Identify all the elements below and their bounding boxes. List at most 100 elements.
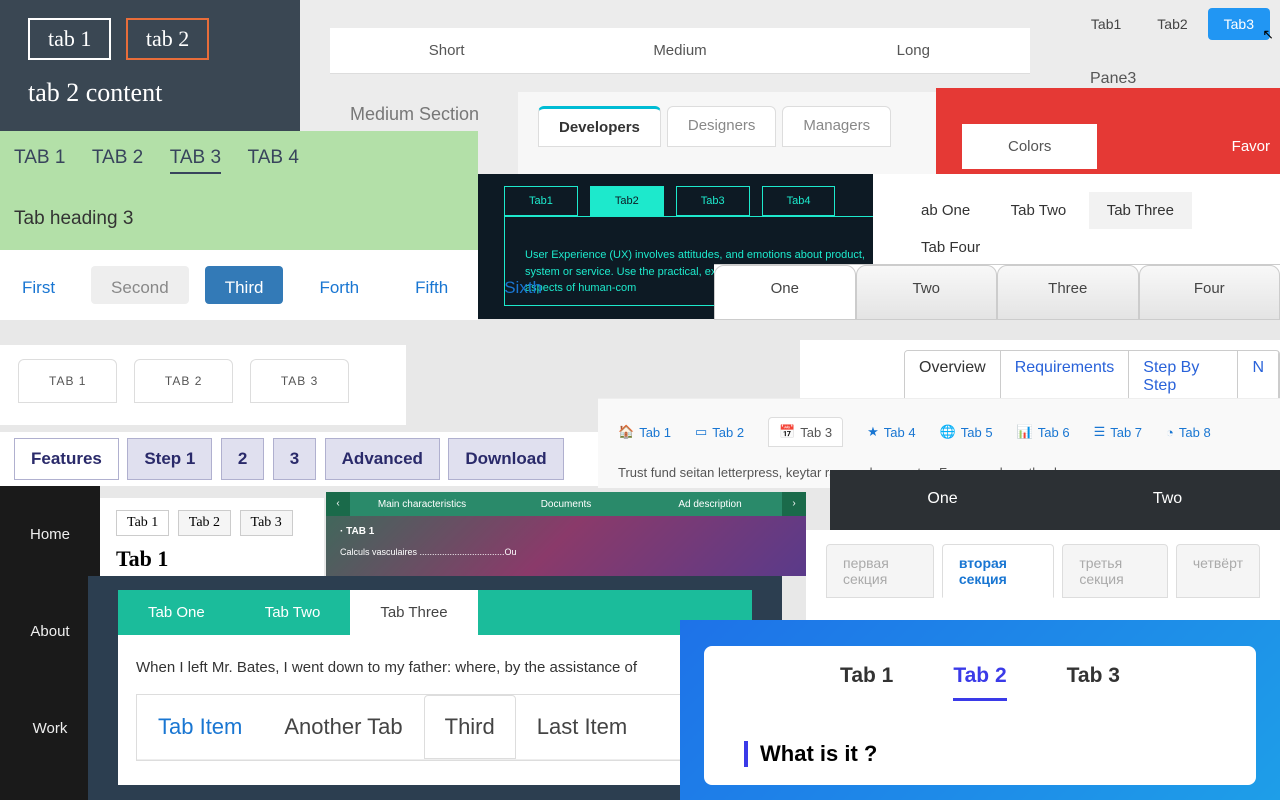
home-icon: 🏠 xyxy=(618,424,634,440)
tab-advanced[interactable]: Advanced xyxy=(325,438,440,480)
tab-5[interactable]: 🌐Tab 5 xyxy=(940,424,993,440)
tab-documents[interactable]: Documents xyxy=(494,499,638,510)
tab-ad[interactable]: Ad description xyxy=(638,499,782,510)
inner-tab-last[interactable]: Last Item xyxy=(516,695,648,759)
tab-section-3[interactable]: третья секция xyxy=(1062,544,1167,598)
tab-content: tab 2 content xyxy=(28,78,272,108)
tab-4[interactable]: TAB 4 xyxy=(248,147,299,169)
tab-favor[interactable]: Favor xyxy=(1232,124,1280,155)
tab-third[interactable]: Third xyxy=(205,266,284,304)
tab-step-2[interactable]: 2 xyxy=(221,438,264,480)
tab-1[interactable]: TAB 1 xyxy=(18,359,117,403)
tab-2[interactable]: ▭Tab 2 xyxy=(695,424,744,440)
nav-about[interactable]: About xyxy=(0,583,100,680)
tab-content: When I left Mr. Bates, I went down to my… xyxy=(136,659,734,676)
tab-1[interactable]: TAB 1 xyxy=(14,147,65,169)
tab-one[interactable]: ab One xyxy=(903,192,988,229)
tab-2[interactable]: Tab2 xyxy=(1141,8,1203,40)
tab-managers[interactable]: Managers xyxy=(782,106,891,147)
tab-short[interactable]: Short xyxy=(330,28,563,74)
next-arrow-icon[interactable]: › xyxy=(782,492,806,516)
tab-3[interactable]: TAB 3 xyxy=(250,359,349,403)
nav-work[interactable]: Work xyxy=(0,680,100,777)
tab-3[interactable]: Tab3 xyxy=(676,186,750,216)
tab-2[interactable]: Tab 2 xyxy=(953,664,1006,701)
tab-medium[interactable]: Medium xyxy=(563,28,796,74)
tab-1[interactable]: tab 1 xyxy=(28,18,111,60)
tab-three[interactable]: Three xyxy=(997,265,1139,320)
tab-3[interactable]: Tab 3 xyxy=(1067,664,1120,701)
tab-section-4[interactable]: четвёрт xyxy=(1176,544,1260,598)
tab-step-1[interactable]: Step 1 xyxy=(127,438,212,480)
tab-developers[interactable]: Developers xyxy=(538,106,661,147)
nav-home[interactable]: Home xyxy=(0,486,100,583)
inner-tab-item[interactable]: Tab Item xyxy=(137,695,263,759)
calendar-icon: 📅 xyxy=(779,424,795,440)
inner-tab-another[interactable]: Another Tab xyxy=(263,695,423,759)
tab-main[interactable]: Main characteristics xyxy=(350,499,494,510)
tab-4[interactable]: ★Tab 4 xyxy=(867,424,915,440)
blue-gradient-tabs: Tab 1 Tab 2 Tab 3 What is it ? xyxy=(680,620,1280,800)
circle-icon: ◔ xyxy=(1166,425,1174,440)
tab-two[interactable]: Two xyxy=(1055,470,1280,530)
tab-download[interactable]: Download xyxy=(448,438,563,480)
tab-one[interactable]: Tab One xyxy=(118,590,235,635)
tab-two[interactable]: Two xyxy=(856,265,998,320)
tab-1[interactable]: Tab1 xyxy=(504,186,578,216)
tab-2[interactable]: TAB 2 xyxy=(134,359,233,403)
tab-second[interactable]: Second xyxy=(91,266,189,304)
tab-two[interactable]: Tab Two xyxy=(235,590,351,635)
prev-arrow-icon[interactable]: ‹ xyxy=(326,492,350,516)
tab-one[interactable]: One xyxy=(714,265,856,320)
tab-requirements[interactable]: Requirements xyxy=(1001,351,1130,403)
tab-3[interactable]: 📅Tab 3 xyxy=(768,417,843,447)
tab-6[interactable]: 📊Tab 6 xyxy=(1017,424,1070,440)
tab-heading: Tab 1 xyxy=(116,546,308,572)
tab-section-1[interactable]: первая секция xyxy=(826,544,934,598)
tab-2[interactable]: Tab2 xyxy=(590,186,664,216)
subtab-label: · TAB 1 xyxy=(326,516,806,547)
tab-three[interactable]: Tab Three xyxy=(1089,192,1192,229)
tab-8[interactable]: ◔Tab 8 xyxy=(1166,425,1211,440)
tab-7[interactable]: ☰Tab 7 xyxy=(1094,424,1142,440)
star-icon: ★ xyxy=(867,424,879,440)
tab-colors[interactable]: Colors xyxy=(962,124,1097,169)
tab-1[interactable]: 🏠Tab 1 xyxy=(618,424,671,440)
tab-1[interactable]: Tab 1 xyxy=(116,510,169,536)
inner-tab-third[interactable]: Third xyxy=(424,695,516,759)
inner-tabs: Tab Item Another Tab Third Last Item xyxy=(136,694,734,761)
window-icon: ▭ xyxy=(695,424,707,440)
tab-2[interactable]: Tab 2 xyxy=(178,510,231,536)
cursor-icon: ↖ xyxy=(1262,26,1274,43)
tab-2[interactable]: tab 2 xyxy=(126,18,209,60)
red-tabs-panel: Colors Favor xyxy=(936,88,1280,174)
tab-sixth[interactable]: Sixth xyxy=(484,266,562,304)
vertical-nav: Home About Work xyxy=(0,486,100,800)
tab-features[interactable]: Features xyxy=(14,438,119,480)
tab-two[interactable]: Tab Two xyxy=(993,192,1085,229)
tab-n[interactable]: N xyxy=(1238,351,1279,403)
tab-1[interactable]: Tab 1 xyxy=(840,664,893,701)
tab-step-by-step[interactable]: Step By Step xyxy=(1129,351,1238,403)
tab-fifth[interactable]: Fifth xyxy=(395,266,468,304)
tab-heading: Tab heading 3 xyxy=(14,208,464,230)
tab-four[interactable]: Four xyxy=(1139,265,1280,320)
tab-3[interactable]: TAB 3 xyxy=(170,147,221,174)
tab-2[interactable]: TAB 2 xyxy=(92,147,143,169)
tab-designers[interactable]: Designers xyxy=(667,106,777,147)
tab-forth[interactable]: Forth xyxy=(299,266,379,304)
rounded-tabs-panel: One Two Three Four xyxy=(714,264,1280,320)
tab-four[interactable]: Tab Four xyxy=(903,229,998,266)
tab-step-3[interactable]: 3 xyxy=(273,438,316,480)
tab-first[interactable]: First xyxy=(2,266,75,304)
roles-tabs-panel: Developers Designers Managers xyxy=(518,92,936,178)
tab-three[interactable]: Tab Three xyxy=(350,590,477,635)
tab-long[interactable]: Long xyxy=(797,28,1030,74)
tab-overview[interactable]: Overview xyxy=(905,351,1001,403)
tab-1[interactable]: Tab1 xyxy=(1075,8,1137,40)
tab-3[interactable]: Tab3 xyxy=(1208,8,1270,40)
tab-one[interactable]: One xyxy=(830,470,1055,530)
tab-3[interactable]: Tab 3 xyxy=(240,510,293,536)
tab-4[interactable]: Tab4 xyxy=(762,186,836,216)
tab-section-2[interactable]: вторая секция xyxy=(942,544,1055,598)
